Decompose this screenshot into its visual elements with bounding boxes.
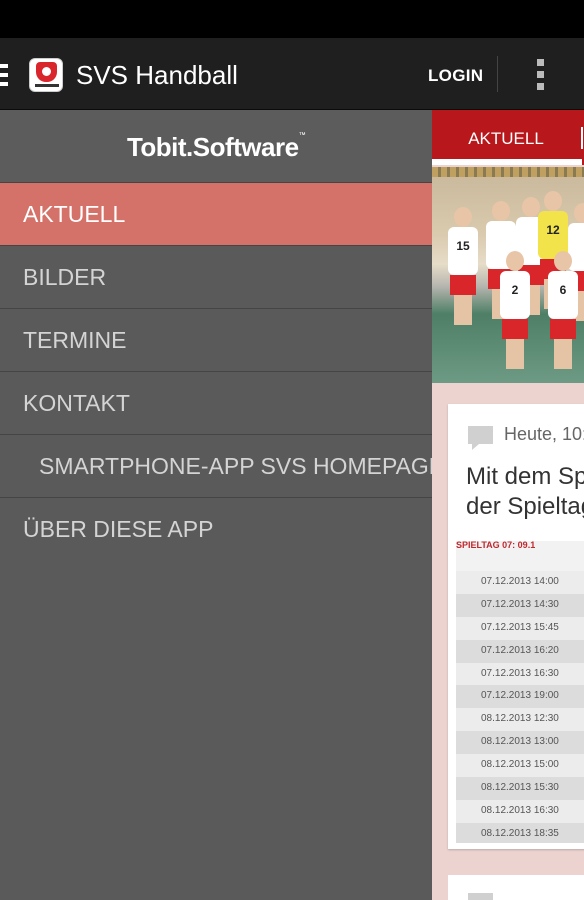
tab-bar: AKTUELL bbox=[432, 110, 584, 165]
action-bar-divider bbox=[497, 56, 498, 92]
schedule-row: 07.12.2013 15:45 bbox=[456, 616, 584, 640]
schedule-row: 08.12.2013 15:30 bbox=[456, 777, 584, 800]
nav-item-aktuell[interactable]: AKTUELL bbox=[0, 183, 432, 246]
status-bar bbox=[0, 0, 584, 38]
comment-icon bbox=[468, 893, 493, 900]
navigation-drawer: Tobit.Software™ AKTUELL BILDER TERMINE K… bbox=[0, 110, 432, 900]
schedule-row: 08.12.2013 15:00 bbox=[456, 754, 584, 778]
schedule-row: 08.12.2013 13:00 bbox=[456, 731, 584, 755]
hamburger-menu-icon[interactable] bbox=[0, 64, 8, 86]
schedule-row: 07.12.2013 14:00 bbox=[456, 571, 584, 594]
schedule-row: 07.12.2013 19:00 bbox=[456, 685, 584, 709]
nav-item-smartphone-app[interactable]: SMARTPHONE-APP SVS HOMEPAGE bbox=[0, 435, 432, 498]
tobit-software-logo: Tobit.Software™ bbox=[126, 132, 306, 162]
tab-aktuell[interactable]: AKTUELL bbox=[432, 110, 580, 165]
schedule-header: SPIELTAG 07: 09.1 bbox=[456, 541, 536, 550]
action-bar: SVS Handball LOGIN bbox=[0, 38, 584, 110]
nav-item-bilder[interactable]: BILDER bbox=[0, 246, 432, 309]
svs-handball-logo-icon[interactable] bbox=[29, 58, 63, 92]
schedule-row: 08.12.2013 16:30 bbox=[456, 799, 584, 823]
post-headline[interactable]: Mit dem Sp der Spieltag bbox=[466, 462, 584, 522]
news-card[interactable]: Heute, 10: Mit dem Sp der Spieltag SPIEL… bbox=[448, 404, 584, 849]
login-button[interactable]: LOGIN bbox=[428, 66, 483, 86]
photo-player: 15 bbox=[446, 207, 480, 327]
tab-separator bbox=[581, 127, 583, 149]
schedule-rows: 07.12.2013 14:00 07.12.2013 14:30 07.12.… bbox=[456, 571, 584, 843]
nav-item-termine[interactable]: TERMINE bbox=[0, 309, 432, 372]
schedule-row: 08.12.2013 18:35 bbox=[456, 822, 584, 843]
nav-item-kontakt[interactable]: KONTAKT bbox=[0, 372, 432, 435]
schedule-row: 08.12.2013 12:30 bbox=[456, 708, 584, 732]
nav-item-ueber-diese-app[interactable]: ÜBER DIESE APP bbox=[0, 498, 432, 561]
schedule-row: 07.12.2013 16:30 bbox=[456, 662, 584, 686]
team-photo[interactable]: 15 12 2 6 bbox=[432, 167, 584, 383]
more-vertical-icon[interactable] bbox=[537, 59, 544, 91]
tab-indicator bbox=[432, 159, 582, 165]
schedule-row: 07.12.2013 14:30 bbox=[456, 593, 584, 617]
photo-player: 2 bbox=[498, 251, 532, 371]
schedule-image[interactable]: SPIELTAG 07: 09.1 07.12.2013 14:00 07.12… bbox=[456, 541, 584, 843]
app-title[interactable]: SVS Handball bbox=[76, 61, 238, 89]
drawer-header: Tobit.Software™ bbox=[0, 110, 432, 183]
schedule-row: 07.12.2013 16:20 bbox=[456, 639, 584, 663]
photo-player: 6 bbox=[546, 251, 580, 371]
post-date: Heute, 10: bbox=[504, 424, 584, 444]
comment-icon bbox=[468, 426, 493, 450]
news-card-next[interactable] bbox=[448, 875, 584, 900]
main-content: AKTUELL 15 12 2 6 Heute, 10: Mit dem Sp … bbox=[432, 110, 584, 900]
